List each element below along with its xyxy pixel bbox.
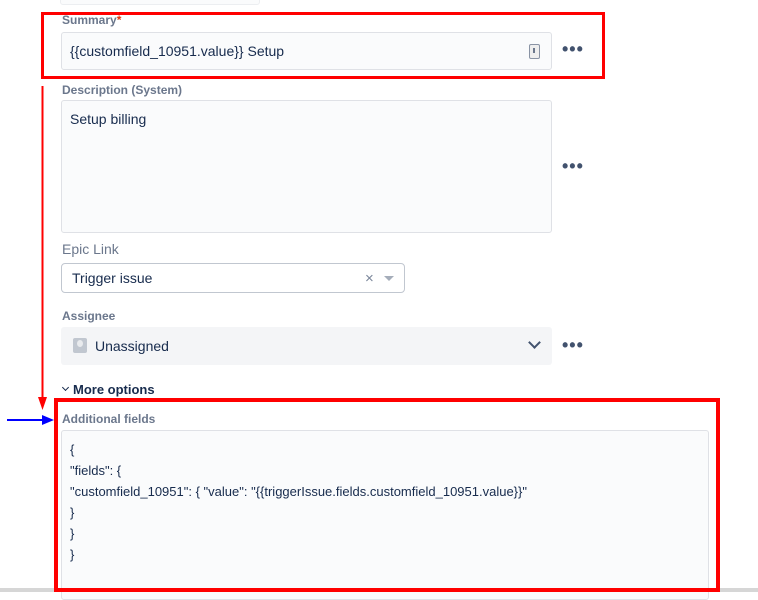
red-arrow-head	[38, 397, 47, 410]
blue-arrow-head	[42, 415, 54, 425]
annotation-arrows	[7, 86, 54, 425]
